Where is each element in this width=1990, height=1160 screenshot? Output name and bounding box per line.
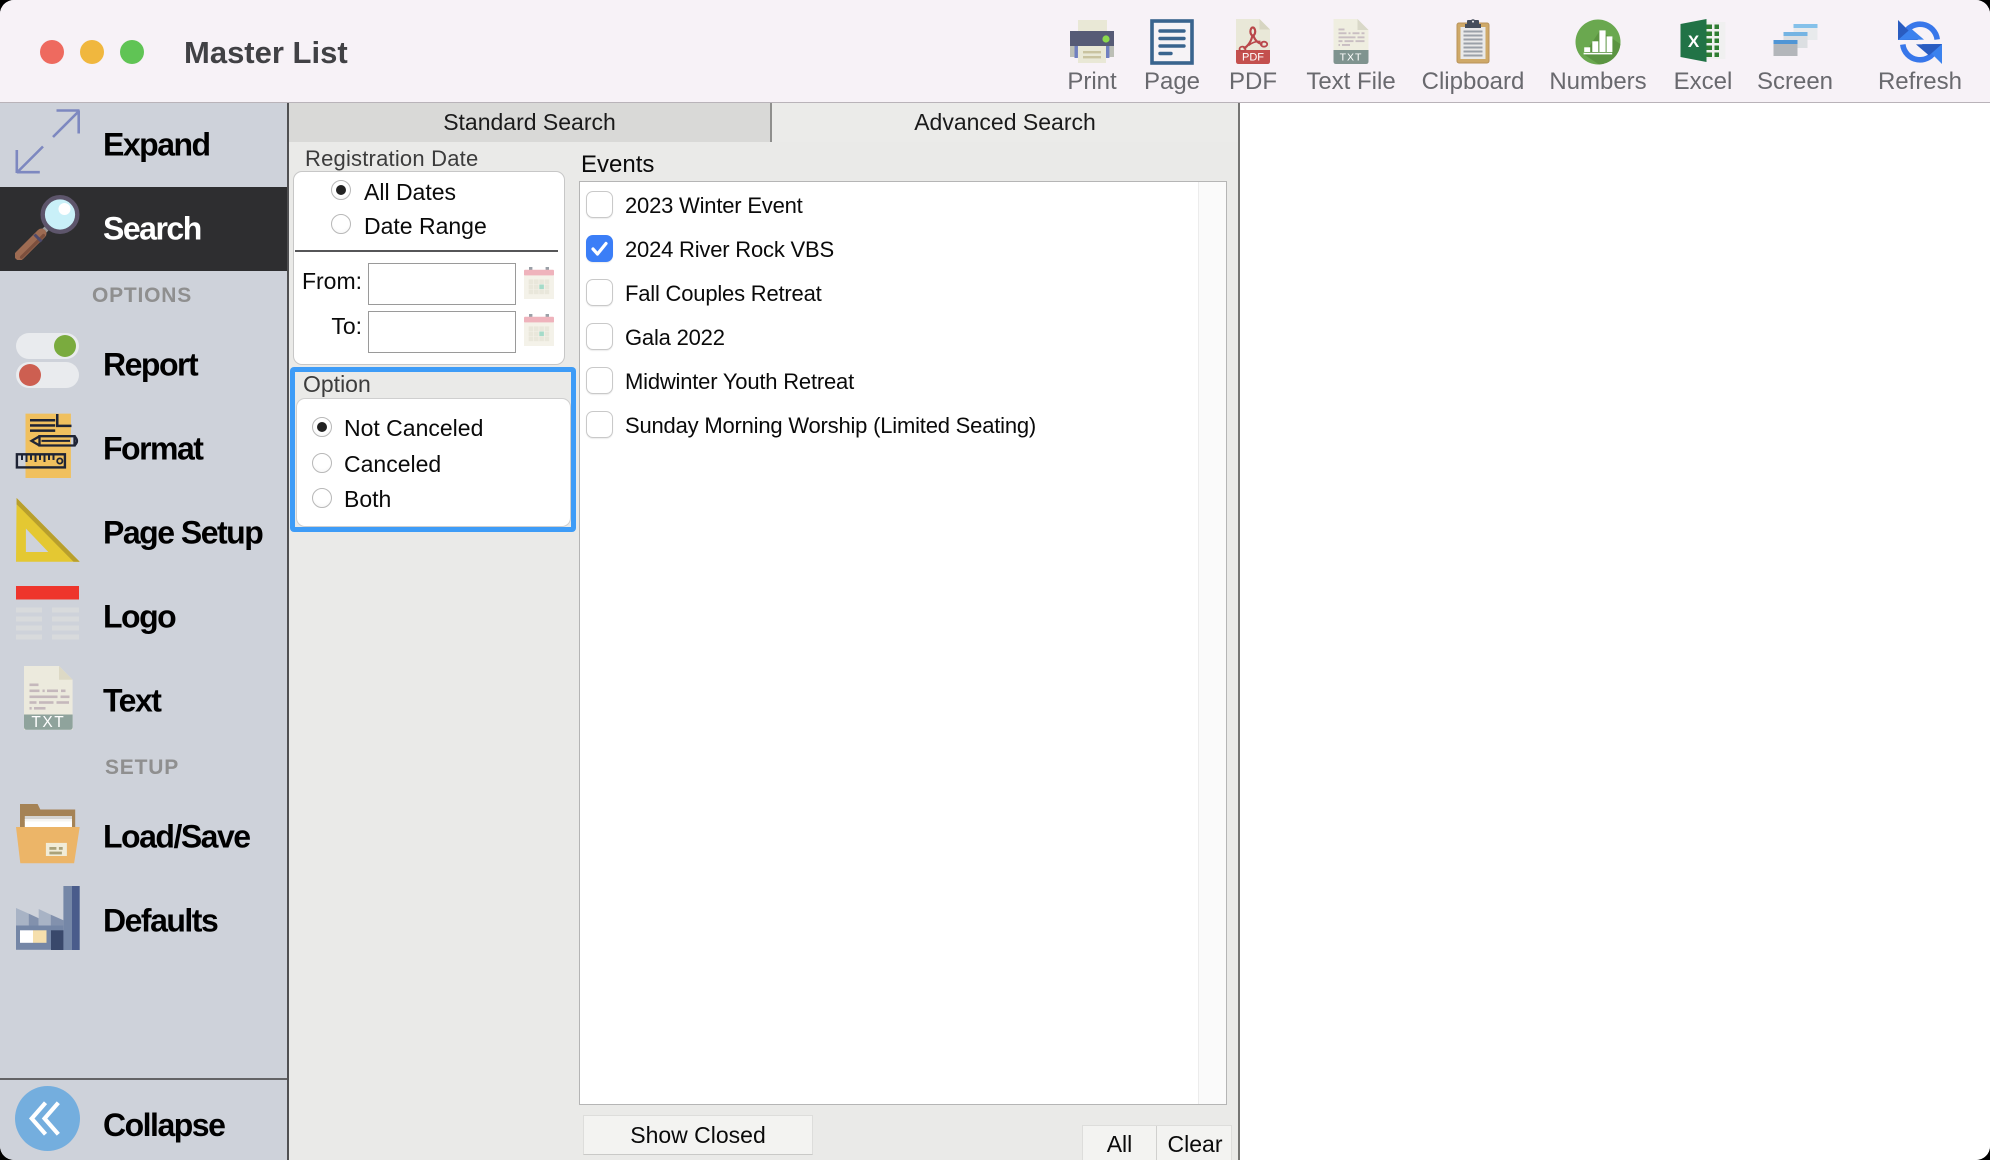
svg-text:PDF: PDF: [1242, 52, 1264, 64]
svg-text:X: X: [1688, 32, 1700, 51]
svg-text:TXT: TXT: [1340, 52, 1363, 64]
svg-text:TXT: TXT: [31, 714, 65, 730]
